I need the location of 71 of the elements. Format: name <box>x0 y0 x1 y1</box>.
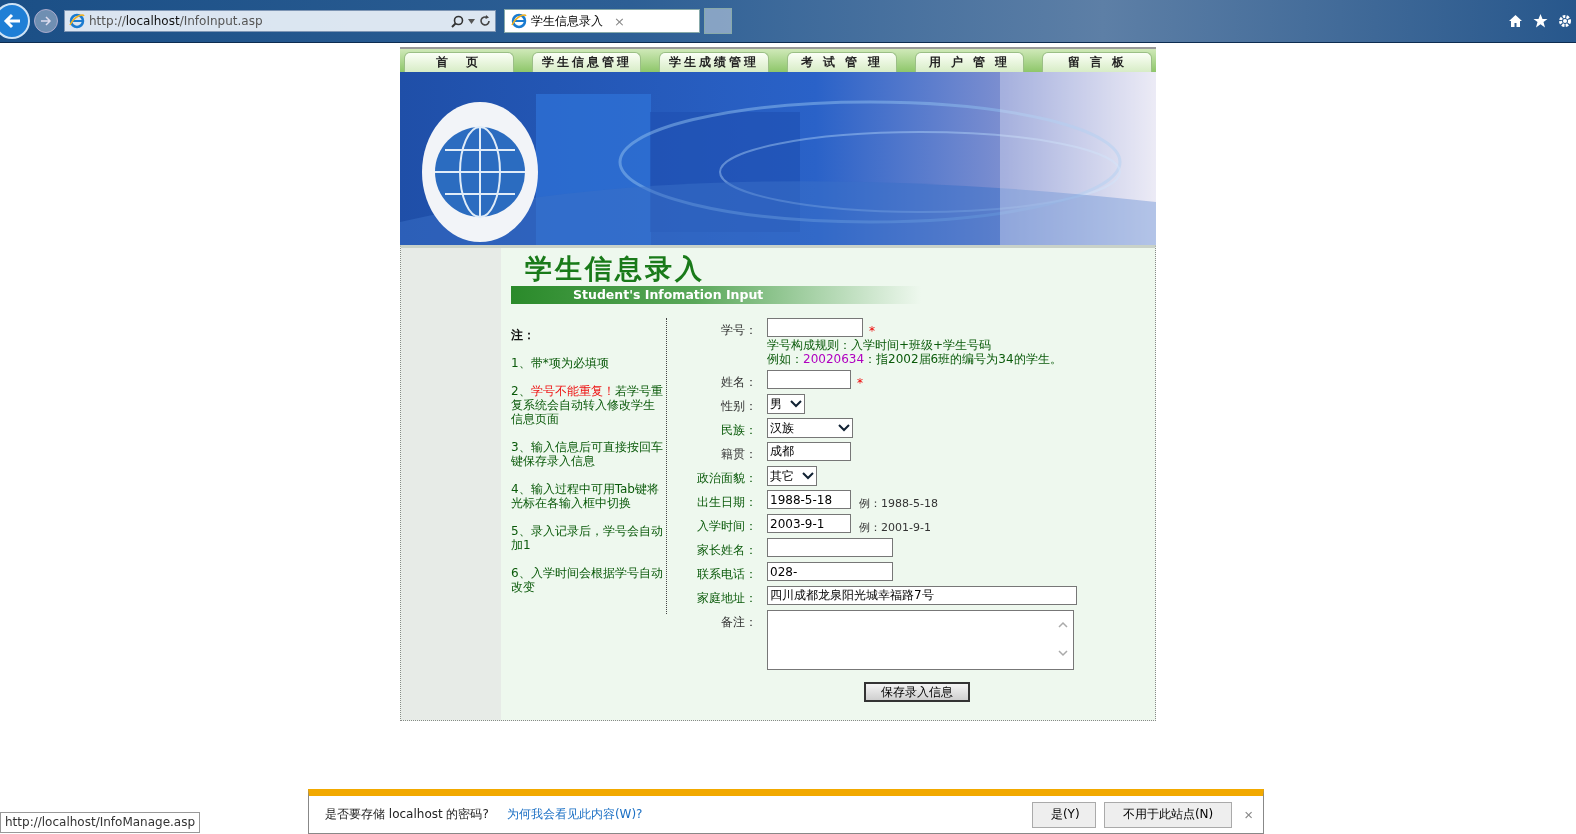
nav-tab[interactable]: 学生成绩管理 <box>659 52 769 72</box>
field-label: 民族： <box>720 422 757 439</box>
help-link[interactable]: 为何我会看见此内容(W)? <box>506 806 643 823</box>
input-field[interactable] <box>767 370 851 389</box>
nav-tab[interactable]: 留 言 板 <box>1042 52 1153 72</box>
example-text: 例如：20020634：指2002届6班的编号为34的学生。 <box>767 352 1062 366</box>
home-icon[interactable] <box>1508 14 1523 28</box>
select-field[interactable]: 男 <box>767 394 805 414</box>
field-label: 入学时间： <box>696 518 757 535</box>
prompt-button[interactable]: 是(Y) <box>1031 801 1096 828</box>
nav-tab[interactable]: 首 页 <box>404 52 514 72</box>
input-field[interactable] <box>767 318 863 337</box>
note-text: 6、入学时间会根据学号自动改变 <box>511 566 663 594</box>
back-button[interactable] <box>0 3 30 39</box>
save-button[interactable]: 保存录入信息 <box>864 682 970 702</box>
scrollbar-icon <box>1057 619 1069 659</box>
search-icon[interactable] <box>451 14 464 28</box>
notes-title: 注： <box>511 328 536 342</box>
dropdown-icon[interactable] <box>468 18 475 24</box>
example-text: 例：2001-9-1 <box>859 520 931 535</box>
note-text: 5、录入记录后，学号会自动加1 <box>511 524 663 552</box>
browser-logo-icon <box>69 13 85 29</box>
field-label: 家庭地址： <box>696 590 757 607</box>
note-text: 1、带*项为必填项 <box>511 356 610 370</box>
browser-logo-icon <box>511 13 527 29</box>
close-button[interactable]: × <box>1244 806 1253 823</box>
required-mark: * <box>857 376 863 390</box>
field-label: 籍贯： <box>720 446 757 463</box>
status-url: http://localhost/InfoManage.asp <box>0 812 201 833</box>
field-label: 出生日期： <box>696 494 757 511</box>
chevron-down-icon <box>802 472 814 480</box>
address-bar[interactable]: http://localhost/InfoInput.asp <box>64 10 496 32</box>
field-label: 姓名： <box>720 374 757 391</box>
close-icon[interactable]: × <box>614 13 693 29</box>
nav-tab[interactable]: 考 试 管 理 <box>787 52 897 72</box>
browser-tab[interactable]: 学生信息录入 × <box>504 9 700 33</box>
star-icon[interactable] <box>1533 14 1548 28</box>
select-field[interactable]: 其它 <box>767 466 817 486</box>
input-field[interactable]: 028- <box>767 562 893 581</box>
textarea-field[interactable] <box>767 610 1074 670</box>
select-field[interactable]: 汉族 <box>767 418 853 438</box>
arrow-left-icon <box>3 13 21 29</box>
example-text: 例：1988-5-18 <box>859 496 938 511</box>
prompt-message: 是否要存储 localhost 的密码? <box>325 806 489 823</box>
field-label: 性别： <box>720 398 757 415</box>
required-mark: * <box>869 324 875 338</box>
field-label: 学号： <box>720 322 757 339</box>
chevron-down-icon <box>838 424 850 432</box>
input-field[interactable]: 1988-5-18 <box>767 490 851 509</box>
field-label: 备注： <box>720 614 757 631</box>
arrow-right-icon <box>40 16 52 26</box>
note-text: 4、输入过程中可用Tab键将光标在各输入框中切换 <box>511 482 660 510</box>
forward-button[interactable] <box>34 9 58 33</box>
input-field[interactable]: 四川成都龙泉阳光城幸福路7号 <box>767 586 1077 605</box>
note-text: 2、学号不能重复！若学号重复系统会自动转入修改学生信息页面 <box>511 384 663 426</box>
page-title: 学生信息录入 <box>525 254 705 284</box>
prompt-button[interactable]: 不用于此站点(N) <box>1103 801 1233 828</box>
field-label: 家长姓名： <box>696 542 757 559</box>
input-field[interactable]: 成都 <box>767 442 851 461</box>
field-label: 联系电话： <box>696 566 757 583</box>
url-text: http://localhost/InfoInput.asp <box>89 14 264 28</box>
chevron-down-icon <box>790 400 802 408</box>
input-field[interactable] <box>767 538 893 557</box>
settings-icon[interactable] <box>1558 14 1572 28</box>
field-label: 政治面貌： <box>696 470 757 487</box>
rule-text: 学号构成规则：入学时间+班级+学生号码 <box>767 338 993 352</box>
note-text: 3、输入信息后可直接按回车键保存录入信息 <box>511 440 663 468</box>
input-field[interactable]: 2003-9-1 <box>767 514 851 533</box>
nav-tab[interactable]: 用 户 管 理 <box>914 52 1025 72</box>
refresh-icon[interactable] <box>479 15 491 27</box>
nav-tab[interactable]: 学生信息管理 <box>531 52 642 72</box>
